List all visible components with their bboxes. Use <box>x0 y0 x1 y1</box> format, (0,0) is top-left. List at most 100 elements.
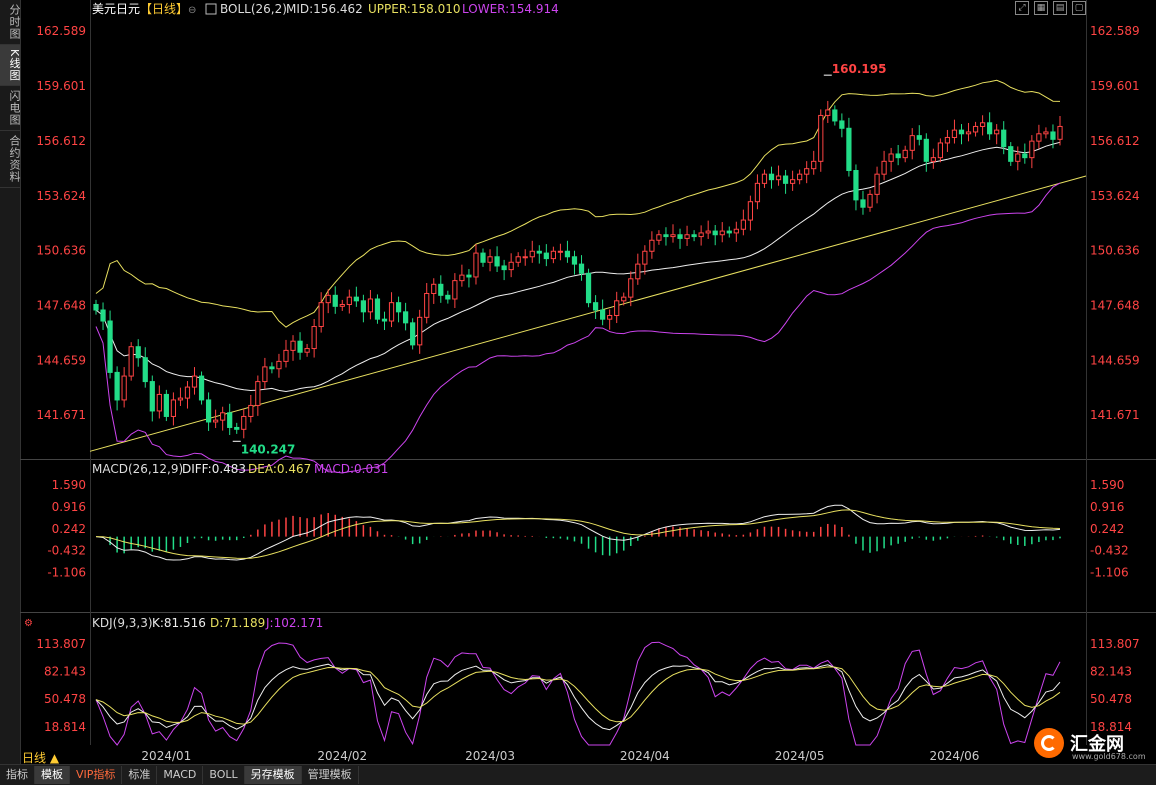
candle-body <box>501 265 507 271</box>
tab-template[interactable]: 模板 <box>35 766 70 784</box>
kdj-k: K:81.516 <box>152 616 206 630</box>
kdj-y-axis: 113.807 113.807 82.143 82.143 50.478 50.478 18… <box>36 637 1139 734</box>
candle-body <box>276 360 282 370</box>
candle-body <box>874 173 880 195</box>
y-tick-right: 159.601 <box>1090 79 1140 93</box>
indicator-icon[interactable] <box>205 3 217 15</box>
candle-body <box>431 283 437 294</box>
candle-body <box>121 375 127 401</box>
candle-body <box>712 230 718 236</box>
candle-body <box>227 412 233 428</box>
period-label: 日线 <box>22 751 47 765</box>
candle-body <box>515 256 521 263</box>
window-icon[interactable]: ▢ <box>1072 1 1086 15</box>
tab-contract-info[interactable]: 合约资料 <box>0 131 21 189</box>
candle-body <box>417 316 423 346</box>
candle-body <box>923 138 929 162</box>
candle-body <box>135 346 141 359</box>
layout-icon[interactable]: ▦ <box>1034 1 1048 15</box>
candle-body <box>1008 146 1014 162</box>
y-tick-left: 153.624 <box>36 189 86 203</box>
caret-up-icon: ▲ <box>49 751 60 765</box>
candle-body <box>149 381 155 412</box>
candle-body <box>621 296 627 302</box>
tab-standard[interactable]: 标准 <box>122 766 158 784</box>
y-tick-right: 141.671 <box>1090 408 1140 422</box>
kdj-y-tick-right: 82.143 <box>1090 664 1132 678</box>
candle-body <box>846 127 852 172</box>
candle-body <box>979 122 986 127</box>
candle-body <box>381 318 388 322</box>
candle-body <box>297 340 303 353</box>
candle-body <box>339 303 345 307</box>
macd-dea-line <box>95 509 1061 559</box>
candle-body <box>304 348 310 353</box>
candle-body <box>529 250 535 258</box>
tab-indicators[interactable]: 指标 <box>0 766 35 784</box>
y-tick-right: 147.648 <box>1090 298 1140 312</box>
kdj-d: D:71.189 <box>210 616 265 630</box>
candle-body <box>691 234 697 238</box>
candle-body <box>269 366 275 370</box>
candle-body <box>804 168 810 175</box>
candle-body <box>213 419 219 423</box>
candle-body <box>332 294 338 307</box>
macd-title: MACD(26,12,9) <box>92 462 183 476</box>
tab-flash-chart[interactable]: 闪电图 <box>0 86 21 132</box>
candle-body <box>775 175 782 181</box>
kdj-y-tick-right: 113.807 <box>1090 637 1140 651</box>
candle-body <box>677 234 683 239</box>
settings-icon[interactable]: ⊖ <box>188 5 196 16</box>
candle-body <box>790 179 796 184</box>
period-selector[interactable]: 日线 ▲ <box>22 749 92 765</box>
tab-boll[interactable]: BOLL <box>203 766 245 784</box>
boll-lower: LOWER:154.914 <box>462 2 559 16</box>
candle-body <box>578 263 585 274</box>
candle-body <box>782 175 789 184</box>
kdj-settings-icon[interactable]: ⚙ <box>24 618 33 629</box>
boll-label: BOLL(26,2) <box>220 2 287 16</box>
candle-body <box>698 232 704 238</box>
tab-kline[interactable]: K线图 <box>0 45 21 87</box>
candle-body <box>557 250 564 253</box>
candle-body <box>972 125 979 133</box>
candle-body <box>360 300 366 313</box>
candle-body <box>388 302 395 322</box>
candle-body <box>536 250 542 254</box>
y-tick-right: 162.589 <box>1090 24 1140 38</box>
candle-body <box>902 149 908 159</box>
candle-body <box>895 153 901 159</box>
kdj-y-tick-right: 50.478 <box>1090 692 1132 706</box>
y-tick-right: 144.659 <box>1090 353 1140 367</box>
candle-body <box>311 326 317 350</box>
symbol-name: 美元日元 <box>92 2 140 16</box>
tab-manage-template[interactable]: 管理模板 <box>302 766 359 784</box>
candle-body <box>205 399 212 423</box>
candle-body <box>951 129 958 138</box>
chart-area[interactable]: 美元日元 【日线】 ⊖ BOLL(26,2) MID:156.462 UPPER… <box>20 0 1156 764</box>
grid-icon[interactable]: ▤ <box>1053 1 1067 15</box>
candle-body <box>937 142 943 159</box>
candle-body <box>818 114 824 162</box>
expand-icon[interactable]: ⤢ <box>1015 1 1029 15</box>
tab-timeshare[interactable]: 分时图 <box>0 0 21 45</box>
tab-macd[interactable]: MACD <box>157 766 204 784</box>
macd-y-tick-right: 0.242 <box>1090 522 1124 536</box>
tab-vip-indicators[interactable]: VIP指标 <box>70 766 123 784</box>
candle-body <box>480 252 486 263</box>
candle-body <box>1001 129 1007 148</box>
kdj-y-tick-left: 50.478 <box>44 692 86 706</box>
candle-body <box>825 109 831 116</box>
tab-save-template[interactable]: 另存模板 <box>244 766 302 784</box>
candle-body <box>663 234 669 238</box>
candle-body <box>1015 153 1021 162</box>
y-tick-left: 141.671 <box>36 408 86 422</box>
y-tick-left: 144.659 <box>36 353 86 367</box>
candle-body <box>909 135 915 151</box>
macd-y-tick-right: 0.916 <box>1090 500 1124 514</box>
candle-body <box>424 292 430 318</box>
candle-body <box>142 357 148 383</box>
candle-body <box>346 296 352 305</box>
candle-body <box>571 256 578 265</box>
candle-body <box>867 193 873 208</box>
